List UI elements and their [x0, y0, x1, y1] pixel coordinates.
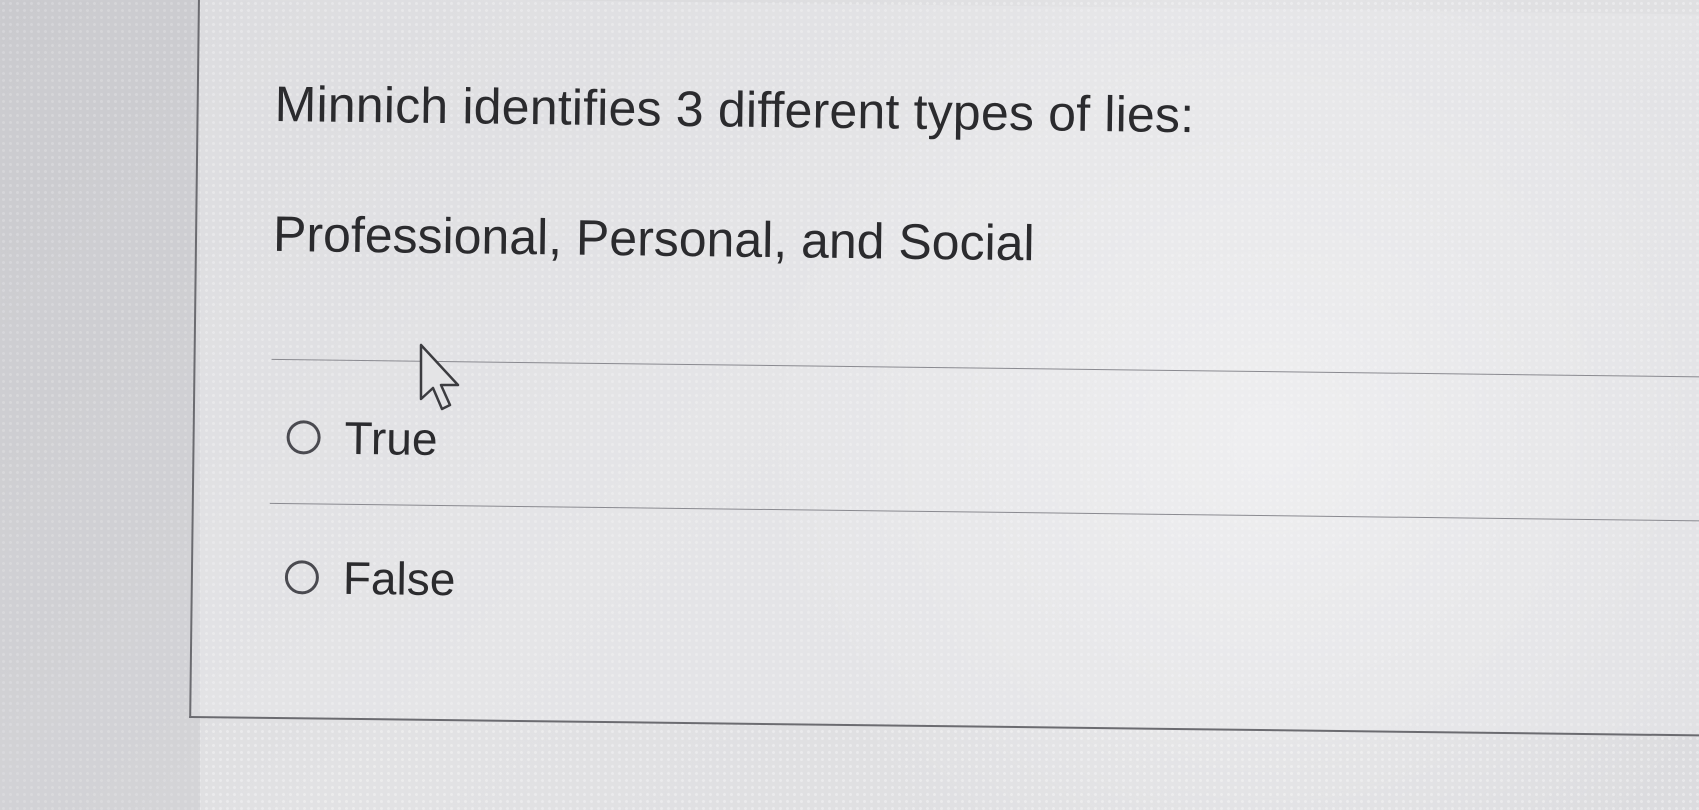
- answer-label-false: False: [342, 551, 456, 606]
- radio-button-true[interactable]: [286, 420, 321, 455]
- answer-option-true[interactable]: True: [286, 407, 438, 469]
- question-card: Minnich identifies 3 different types of …: [189, 0, 1699, 737]
- question-statement: Professional, Personal, and Social: [272, 205, 1035, 272]
- answer-divider: [269, 502, 1699, 522]
- question-prompt: Minnich identifies 3 different types of …: [274, 75, 1195, 144]
- radio-button-false[interactable]: [284, 560, 320, 595]
- mouse-pointer-icon: [419, 343, 460, 411]
- answer-option-false[interactable]: False: [284, 547, 456, 609]
- answer-label-true: True: [344, 411, 438, 465]
- answer-divider: [271, 358, 1699, 378]
- page-margin: [0, 0, 200, 810]
